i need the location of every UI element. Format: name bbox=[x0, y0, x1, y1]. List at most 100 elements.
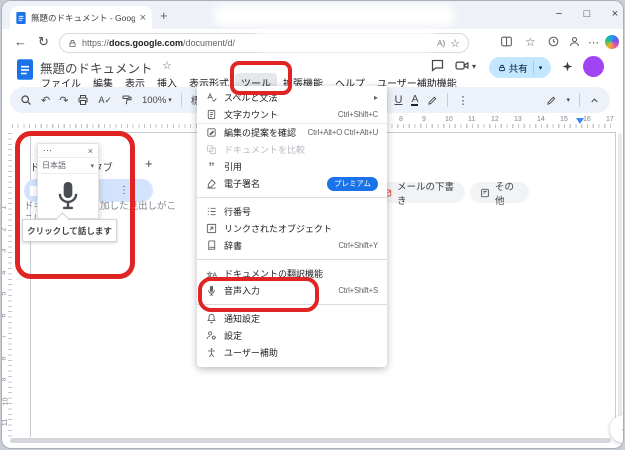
favorite-star-icon[interactable]: ☆ bbox=[450, 37, 460, 50]
undo-icon[interactable]: ↶ bbox=[41, 94, 50, 107]
menu-item-label: ドキュメントの翻訳機能 bbox=[224, 269, 324, 279]
menu-item-辞書[interactable]: 辞書 Ctrl+Shift+Y bbox=[197, 237, 387, 254]
editing-mode-caret-icon[interactable]: ▾ bbox=[566, 96, 570, 104]
share-label: 共有 bbox=[508, 63, 528, 75]
menu-item-文字カウント[interactable]: 文字カウント Ctrl+Shift+C bbox=[197, 106, 387, 123]
menu-item-編集の提案を確認[interactable]: 編集の提案を確認 Ctrl+Alt+O Ctrl+Alt+U bbox=[197, 124, 387, 141]
add-tab-button[interactable]: + bbox=[145, 156, 153, 171]
copilot-icon[interactable] bbox=[605, 35, 619, 49]
gemini-sparkle-icon[interactable] bbox=[561, 60, 574, 73]
menu-item-label: 文字カウント bbox=[224, 110, 279, 120]
menu-item-ドキュメントを比較: ドキュメントを比較 bbox=[197, 141, 387, 158]
account-avatar[interactable] bbox=[583, 56, 604, 77]
tab-close-icon[interactable]: × bbox=[140, 12, 146, 24]
language-select[interactable]: 日本語 ▾ bbox=[38, 157, 98, 174]
menu-item-label: スペルと文法 bbox=[224, 93, 278, 103]
browser-tab[interactable]: 無題のドキュメント - Google ドキュメ × bbox=[10, 6, 152, 29]
vertical-ruler[interactable]: 1 2 3 4 5 6 7 8 9 10 11 bbox=[2, 128, 12, 438]
menu-item-リンクされたオブジェクト[interactable]: リンクされたオブジェクト bbox=[197, 220, 387, 237]
menu-item-設定[interactable]: 設定 bbox=[197, 327, 387, 344]
menu-item-ドキュメントの翻訳機能[interactable]: 文A ドキュメントの翻訳機能 bbox=[197, 265, 387, 282]
menu-item-ユーザー補助[interactable]: ユーザー補助 bbox=[197, 344, 387, 361]
ruler-number: 11 bbox=[2, 418, 10, 427]
vertical-scrollbar[interactable] bbox=[618, 133, 622, 433]
reload-icon[interactable]: ↻ bbox=[38, 35, 49, 49]
ruler-number: 9 bbox=[422, 116, 426, 123]
comment-history-icon[interactable] bbox=[430, 58, 445, 73]
profile-icon[interactable] bbox=[568, 35, 581, 48]
mic-icon bbox=[205, 285, 218, 296]
star-document-icon[interactable]: ☆ bbox=[162, 59, 172, 72]
menu-item-電子署名[interactable]: 電子署名 プレミアム bbox=[197, 175, 387, 192]
ruler-number: 13 bbox=[514, 116, 522, 123]
zoom-select[interactable]: 100% ▾ bbox=[142, 95, 172, 106]
underline-icon[interactable]: U bbox=[395, 94, 403, 106]
review-edits-icon bbox=[205, 127, 218, 138]
menu-divider bbox=[197, 304, 387, 305]
citation-icon: ” bbox=[208, 159, 215, 174]
menu-item-label: 行番号 bbox=[224, 207, 252, 217]
video-call-caret-icon[interactable]: ▾ bbox=[472, 62, 476, 71]
hide-menus-icon[interactable] bbox=[589, 95, 600, 106]
side-panel-toggle-button[interactable]: ‹ bbox=[610, 415, 623, 443]
voice-typing-widget: ⋯ × 日本語 ▾ bbox=[37, 143, 99, 219]
menu-item-label: 編集の提案を確認 bbox=[224, 128, 297, 138]
menu-item-label: 電子署名 bbox=[224, 179, 261, 189]
horizontal-scrollbar[interactable] bbox=[10, 438, 611, 443]
microphone-button[interactable] bbox=[38, 174, 98, 218]
tools-menu: スペルと文法 ▸ 文字カウント Ctrl+Shift+C 編集の提案を確認 Ctrl+Al… bbox=[197, 86, 387, 367]
docs-header: 無題のドキュメント ☆ ファイル 編集 表示 挿入 表示形式 ツール 拡張機能 ヘルプ ユーザー… bbox=[2, 56, 623, 92]
back-icon[interactable]: ← bbox=[14, 35, 27, 49]
history-icon[interactable] bbox=[547, 35, 560, 48]
highlight-color-icon[interactable] bbox=[427, 95, 438, 106]
translate-icon: 文A bbox=[206, 271, 217, 279]
print-icon[interactable] bbox=[77, 94, 89, 106]
ruler-number: 17 bbox=[606, 116, 614, 123]
right-indent-marker[interactable] bbox=[576, 118, 584, 124]
browser-settings-icon[interactable]: ⋯ bbox=[588, 36, 599, 49]
blur-overlay bbox=[254, 31, 436, 52]
window-close-button[interactable]: × bbox=[598, 1, 623, 27]
ruler-number: 4 bbox=[2, 270, 7, 274]
search-menus-icon[interactable] bbox=[20, 94, 32, 106]
more-options-icon[interactable]: ⋮ bbox=[457, 94, 468, 107]
toolbar-divider bbox=[180, 93, 182, 107]
ruler-number: 10 bbox=[445, 116, 453, 123]
spell-check-icon[interactable]: A✓ bbox=[98, 95, 112, 106]
video-call-icon[interactable] bbox=[454, 58, 470, 73]
tab-options-icon[interactable]: ⋮ bbox=[119, 185, 129, 196]
redo-icon[interactable]: ↷ bbox=[59, 94, 68, 107]
ruler-number: 9 bbox=[2, 378, 7, 382]
widget-close-icon[interactable]: × bbox=[88, 146, 93, 156]
menu-item-label: 引用 bbox=[224, 162, 243, 172]
share-caret-icon[interactable]: ▾ bbox=[539, 64, 543, 72]
menu-item-shortcut: Ctrl+Alt+O Ctrl+Alt+U bbox=[307, 128, 379, 137]
collections-icon[interactable]: ☆ bbox=[525, 35, 536, 49]
read-aloud-icon[interactable]: A) bbox=[437, 39, 445, 48]
drag-handle-icon[interactable]: ⋯ bbox=[43, 145, 52, 156]
bell-icon bbox=[205, 313, 218, 324]
menu-item-通知設定[interactable]: 通知設定 bbox=[197, 310, 387, 327]
new-tab-button[interactable]: + bbox=[160, 8, 168, 23]
linked-objects-icon bbox=[205, 223, 218, 234]
menu-item-スペルと文法[interactable]: スペルと文法 ▸ bbox=[197, 89, 387, 106]
menu-item-label: リンクされたオブジェクト bbox=[224, 224, 333, 234]
chip-more-templates[interactable]: その他 bbox=[470, 182, 529, 207]
text-color-icon[interactable]: A bbox=[411, 94, 419, 106]
ruler-number: 11 bbox=[468, 116, 476, 123]
split-screen-icon[interactable] bbox=[500, 35, 513, 48]
editing-mode-icon[interactable] bbox=[546, 95, 557, 106]
lock-icon bbox=[68, 39, 77, 48]
browser-window: 無題のドキュメント - Google ドキュメ × + − □ × ← ↻ ht… bbox=[2, 1, 623, 448]
ruler-number: 15 bbox=[560, 116, 568, 123]
paint-format-icon[interactable] bbox=[121, 94, 133, 106]
share-button[interactable]: 共有 ▾ bbox=[489, 57, 551, 78]
ruler-number: 8 bbox=[2, 356, 7, 360]
menu-item-引用[interactable]: ” 引用 bbox=[197, 158, 387, 175]
ruler-number: 12 bbox=[491, 116, 499, 123]
microphone-icon bbox=[58, 181, 78, 210]
menu-item-行番号[interactable]: 行番号 bbox=[197, 203, 387, 220]
menu-item-shortcut: Ctrl+Shift+Y bbox=[338, 241, 378, 250]
menu-item-音声入力[interactable]: 音声入力 Ctrl+Shift+S bbox=[197, 282, 387, 299]
toolbar-divider bbox=[579, 93, 580, 107]
